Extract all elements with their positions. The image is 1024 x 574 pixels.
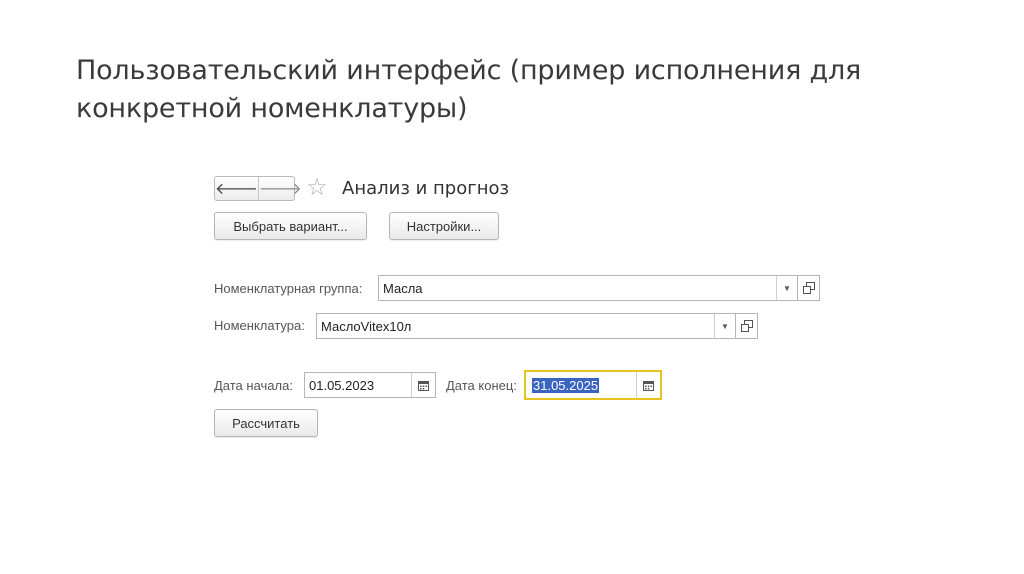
dropdown-arrow-icon[interactable]: ▼: [714, 314, 735, 338]
nomenclature-group-field[interactable]: Масла ▼: [378, 275, 798, 301]
nomenclature-group-value: Масла: [383, 280, 423, 296]
form-title: Анализ и прогноз: [342, 178, 510, 199]
date-start-field[interactable]: 01.05.2023: [304, 372, 436, 398]
nomenclature-field[interactable]: МаслоVitex10л ▼: [316, 313, 736, 339]
date-start-label: Дата начала:: [214, 378, 293, 393]
nomenclature-label: Номенклатура:: [214, 318, 305, 333]
calendar-icon[interactable]: [636, 372, 660, 398]
back-button[interactable]: 🡐: [215, 177, 258, 200]
open-nomenclature-group-button[interactable]: [798, 275, 820, 301]
choose-variant-button[interactable]: Выбрать вариант...: [214, 212, 367, 240]
analysis-form: 🡐 🡒 ☆ Анализ и прогноз Выбрать вариант..…: [0, 0, 1024, 574]
date-end-value: 31.05.2025: [532, 377, 600, 393]
date-end-label: Дата конец:: [446, 378, 517, 393]
nomenclature-group-label: Номенклатурная группа:: [214, 281, 363, 296]
dropdown-arrow-icon[interactable]: ▼: [776, 276, 797, 300]
arrow-right-icon: 🡒: [258, 181, 302, 198]
date-end-field[interactable]: 31.05.2025: [524, 370, 662, 400]
favorite-star-icon[interactable]: ☆: [304, 175, 330, 201]
date-start-value: 01.05.2023: [309, 377, 375, 393]
settings-button[interactable]: Настройки...: [389, 212, 499, 240]
open-window-icon: [740, 320, 753, 332]
navigation-buttons: 🡐 🡒: [214, 176, 302, 201]
open-nomenclature-button[interactable]: [736, 313, 758, 339]
open-window-icon: [802, 282, 815, 294]
calculate-button[interactable]: Рассчитать: [214, 409, 318, 437]
calendar-icon[interactable]: [411, 373, 435, 397]
forward-button[interactable]: 🡒: [257, 177, 302, 200]
nomenclature-value: МаслоVitex10л: [321, 318, 412, 334]
arrow-left-icon: 🡐: [215, 181, 258, 198]
